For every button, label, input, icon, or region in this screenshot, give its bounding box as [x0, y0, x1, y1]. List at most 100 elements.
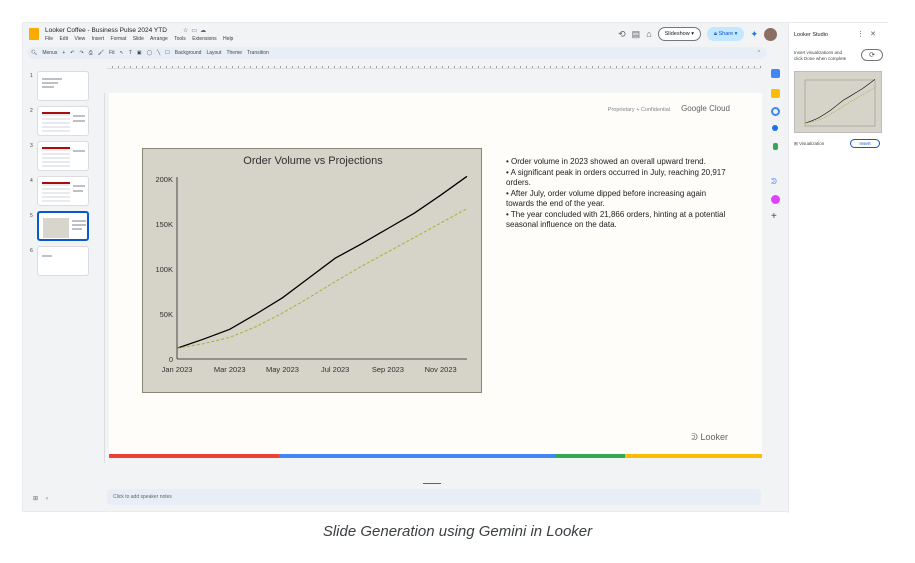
notes-resize-handle[interactable]	[423, 483, 441, 484]
slide-thumbnail[interactable]	[37, 176, 89, 206]
refresh-button[interactable]: ⟳	[861, 49, 883, 61]
speaker-notes[interactable]: Click to add speaker notes	[107, 489, 761, 505]
textbox-icon[interactable]: T	[129, 50, 132, 56]
vertical-ruler	[97, 93, 105, 463]
search-menus-icon[interactable]: 🔍︎	[31, 50, 37, 56]
thumb-line	[72, 228, 82, 230]
y-tick-label: 200K	[155, 175, 173, 184]
cloud-icon[interactable]: ☁	[200, 28, 209, 34]
x-tick-label: Nov 2023	[425, 365, 457, 374]
thumb-table	[42, 147, 70, 167]
document-title[interactable]: Looker Coffee - Business Pulse 2024 YTD	[45, 27, 167, 34]
zoom-control[interactable]: Fit	[109, 50, 115, 56]
series-line-projection	[176, 208, 468, 349]
menu-extensions[interactable]: Extensions	[192, 36, 216, 42]
menu-view[interactable]: View	[74, 36, 85, 42]
thumb-table	[42, 112, 70, 132]
bullet-1: • Order volume in 2023 showed an overall…	[506, 157, 706, 166]
menu-arrange[interactable]: Arrange	[150, 36, 168, 42]
filmstrip-slide-3[interactable]: 3	[27, 141, 93, 171]
bullet-2: • A significant peak in orders occurred …	[506, 167, 726, 188]
slide-thumbnail-selected[interactable]	[37, 211, 89, 241]
looker-logo-text: Looker	[700, 432, 728, 442]
comment-icon[interactable]: ☐	[165, 50, 169, 56]
keep-icon[interactable]	[771, 89, 780, 98]
panel-meta-label: Visualization	[799, 141, 825, 146]
slides-logo-icon[interactable]	[29, 28, 39, 40]
looker-studio-icon[interactable]: ᕲ	[771, 177, 780, 186]
layout-button[interactable]: Layout	[206, 50, 221, 56]
share-label: Share	[718, 31, 734, 37]
slideshow-label: Slideshow	[664, 31, 690, 37]
slide-number: 1	[30, 73, 33, 79]
slide-number: 4	[30, 178, 33, 184]
background-button[interactable]: Background	[175, 50, 202, 56]
gemini-icon[interactable]: ✦	[750, 29, 758, 39]
thumb-table	[42, 182, 70, 202]
search-menus-label[interactable]: Menus	[42, 50, 57, 56]
history-icon[interactable]: ⟲	[618, 29, 626, 39]
slide-canvas[interactable]: Google Cloud Proprietary + Confidential …	[109, 93, 762, 458]
x-tick-label: Sep 2023	[372, 365, 404, 374]
paint-format-icon[interactable]: 🖌︎	[98, 50, 104, 56]
slideshow-button[interactable]: Slideshow ▾	[657, 27, 701, 41]
menu-slide[interactable]: Slide	[133, 36, 144, 42]
thumb-line	[73, 190, 83, 192]
redo-icon[interactable]: ↷	[80, 50, 84, 56]
panel-title: Looker Studio	[794, 32, 828, 38]
filmstrip-slide-2[interactable]: 2	[27, 106, 93, 136]
slide-thumbnail[interactable]	[37, 71, 89, 101]
more-icon[interactable]: ⋮	[857, 31, 870, 38]
select-icon[interactable]: ↖	[120, 50, 124, 56]
menu-tools[interactable]: Tools	[174, 36, 186, 42]
meet-icon[interactable]: ⌂	[646, 29, 651, 39]
filmstrip-slide-1[interactable]: 1	[27, 71, 93, 101]
slide-thumbnail[interactable]	[37, 141, 89, 171]
comments-icon[interactable]: ▤	[632, 29, 641, 39]
slide-number: 5	[30, 213, 33, 219]
close-icon[interactable]: ✕	[870, 31, 882, 38]
line-icon[interactable]: ╲	[157, 50, 160, 56]
add-addon-icon[interactable]: +	[771, 211, 780, 222]
menu-insert[interactable]: Insert	[92, 36, 105, 42]
filmstrip-slide-6[interactable]: 6	[27, 246, 93, 276]
menu-file[interactable]: File	[45, 36, 53, 42]
filmstrip-slide-5[interactable]: 5	[27, 211, 93, 241]
contacts-icon[interactable]	[772, 125, 778, 131]
menu-format[interactable]: Format	[111, 36, 127, 42]
maps-icon[interactable]	[773, 143, 778, 150]
insights-text[interactable]: • Order volume in 2023 showed an overall…	[506, 157, 736, 231]
print-icon[interactable]: ⎙	[89, 50, 93, 56]
horizontal-ruler	[107, 61, 761, 69]
avatar[interactable]	[764, 27, 777, 41]
move-icon[interactable]: ▭	[191, 28, 200, 34]
line-chart: 0 50K 100K 150K 200K Jan 2023 Mar 2023 May 2023…	[155, 175, 468, 374]
brand-bar-blue	[279, 454, 555, 458]
menu-help[interactable]: Help	[223, 36, 233, 42]
panel-chart-preview[interactable]	[794, 71, 882, 133]
image-icon[interactable]: ▣	[137, 50, 142, 56]
filmstrip-slide-4[interactable]: 4	[27, 176, 93, 206]
transition-button[interactable]: Transition	[247, 50, 269, 56]
menu-edit[interactable]: Edit	[59, 36, 68, 42]
slide-thumbnail[interactable]	[37, 246, 89, 276]
shape-icon[interactable]: ◯	[147, 50, 153, 56]
thumb-line	[42, 255, 52, 257]
x-tick-label: Jul 2023	[321, 365, 349, 374]
collapse-toolbar-icon[interactable]: ⌃	[757, 50, 761, 56]
share-button[interactable]: 🔒︎ Share ▾	[707, 27, 745, 41]
grid-view-icon[interactable]: ⊞	[33, 496, 46, 502]
tasks-icon[interactable]	[771, 107, 780, 116]
slide-thumbnail[interactable]	[37, 106, 89, 136]
thumb-line	[73, 115, 85, 117]
calendar-icon[interactable]	[771, 69, 780, 78]
bullet-4: • The year concluded with 21,866 orders,…	[506, 209, 726, 230]
chart-image[interactable]: 0 50K 100K 150K 200K Jan 2023 Mar 2023 May 2023…	[142, 148, 482, 393]
panel-meta: ⊞ Visualization	[794, 141, 824, 147]
collapse-filmstrip-icon[interactable]: ‹	[46, 496, 56, 502]
add-icon[interactable]: +	[62, 50, 65, 56]
undo-icon[interactable]: ↶	[70, 50, 74, 56]
theme-button[interactable]: Theme	[226, 50, 242, 56]
insert-button[interactable]: Insert	[850, 139, 880, 148]
addon-icon[interactable]	[771, 195, 780, 204]
